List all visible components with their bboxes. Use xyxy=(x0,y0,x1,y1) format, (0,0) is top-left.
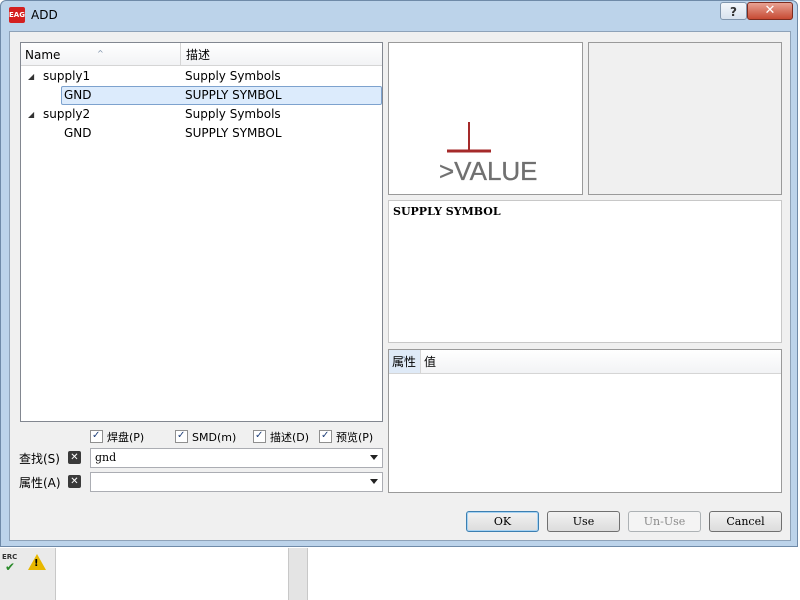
tree-row-gnd[interactable]: GND SUPPLY SYMBOL xyxy=(21,124,382,143)
background-canvas xyxy=(308,548,800,600)
checkbox-checked-icon[interactable] xyxy=(253,428,266,444)
filter-options: 焊盘(P) SMD(m) 描述(D) 预览(P) xyxy=(90,428,390,446)
tree-row-supply1[interactable]: ◢ supply1 Supply Symbols xyxy=(21,67,382,86)
add-dialog: EAG ADD ? ✕ Name ^ 描述 ◢ supply1 Supply S… xyxy=(0,0,798,547)
collapse-triangle-icon[interactable]: ◢ xyxy=(28,105,34,124)
column-header-attribute[interactable]: ^ 属性 xyxy=(389,350,421,373)
clear-attribute-icon[interactable]: ✕ xyxy=(68,475,81,488)
title-bar[interactable]: EAG ADD ? ✕ xyxy=(1,1,799,31)
background-toolbar: ERC ✔ ! xyxy=(0,548,56,600)
gnd-symbol-graphic: >VALUE xyxy=(439,122,538,186)
warning-mark: ! xyxy=(34,558,39,569)
preview-checkbox-label: 预览(P) xyxy=(336,431,374,444)
sort-up-icon: ^ xyxy=(401,356,407,364)
pads-checkbox[interactable]: 焊盘(P) xyxy=(90,428,145,446)
description-checkbox[interactable]: 描述(D) xyxy=(253,428,310,446)
unuse-button: Un-Use xyxy=(628,511,701,532)
sort-up-icon: ^ xyxy=(97,49,104,58)
clear-search-icon[interactable]: ✕ xyxy=(68,451,81,464)
attributes-table[interactable]: ^ 属性 值 xyxy=(388,349,782,493)
column-header-value[interactable]: 值 xyxy=(424,350,436,375)
symbol-value-text: >VALUE xyxy=(439,156,538,186)
tree-row-description: SUPPLY SYMBOL xyxy=(185,88,282,102)
smd-checkbox[interactable]: SMD(m) xyxy=(175,428,237,446)
collapse-triangle-icon[interactable]: ◢ xyxy=(28,67,34,86)
tree-row-description: Supply Symbols xyxy=(185,107,281,121)
description-checkbox-label: 描述(D) xyxy=(270,431,310,444)
dropdown-arrow-icon[interactable] xyxy=(370,455,378,460)
cancel-button[interactable]: Cancel xyxy=(709,511,782,532)
help-button[interactable]: ? xyxy=(720,2,747,20)
background-app: ERC ✔ ! xyxy=(0,548,800,600)
search-input[interactable]: gnd xyxy=(95,451,116,464)
description-text: SUPPLY SYMBOL xyxy=(393,205,501,218)
library-tree[interactable]: Name ^ 描述 ◢ supply1 Supply Symbols GND S… xyxy=(20,42,383,422)
symbol-preview: >VALUE xyxy=(388,42,583,195)
tree-row-name: supply1 xyxy=(43,69,91,83)
tree-row-name: supply2 xyxy=(43,107,91,121)
checkbox-checked-icon[interactable] xyxy=(90,428,103,444)
column-header-description[interactable]: 描述 xyxy=(182,43,386,65)
tree-row-description: Supply Symbols xyxy=(185,69,281,83)
ok-button[interactable]: OK xyxy=(466,511,539,532)
checkbox-checked-icon[interactable] xyxy=(319,428,332,444)
tree-row-name: GND xyxy=(64,126,92,140)
tree-row-description: SUPPLY SYMBOL xyxy=(185,126,282,140)
description-panel: SUPPLY SYMBOL xyxy=(388,200,782,343)
search-label: 查找(S) xyxy=(19,452,60,466)
attribute-label: 属性(A) xyxy=(19,476,61,490)
close-button[interactable]: ✕ xyxy=(747,2,793,20)
erc-check-icon[interactable]: ✔ xyxy=(5,560,15,574)
attribute-combo[interactable] xyxy=(90,472,383,492)
column-header-name[interactable]: Name ^ xyxy=(21,43,181,65)
pads-checkbox-label: 焊盘(P) xyxy=(107,431,145,444)
tree-row-name: GND xyxy=(64,88,92,102)
background-pane xyxy=(56,548,288,600)
app-icon: EAG xyxy=(9,7,25,23)
tree-row-gnd-selected[interactable]: GND SUPPLY SYMBOL xyxy=(21,86,382,105)
use-button[interactable]: Use xyxy=(547,511,620,532)
preview-checkbox[interactable]: 预览(P) xyxy=(319,428,374,446)
dropdown-arrow-icon[interactable] xyxy=(370,479,378,484)
column-name-label: Name xyxy=(25,48,61,62)
search-combo[interactable]: gnd xyxy=(90,448,383,468)
package-preview xyxy=(588,42,782,195)
background-splitter[interactable] xyxy=(288,548,308,600)
window-title: ADD xyxy=(31,8,58,22)
dialog-content: Name ^ 描述 ◢ supply1 Supply Symbols GND S… xyxy=(9,31,791,541)
smd-checkbox-label: SMD(m) xyxy=(192,431,237,444)
tree-header: Name ^ 描述 xyxy=(21,43,382,66)
attributes-header: ^ 属性 值 xyxy=(389,350,781,374)
tree-row-supply2[interactable]: ◢ supply2 Supply Symbols xyxy=(21,105,382,124)
checkbox-checked-icon[interactable] xyxy=(175,428,188,444)
